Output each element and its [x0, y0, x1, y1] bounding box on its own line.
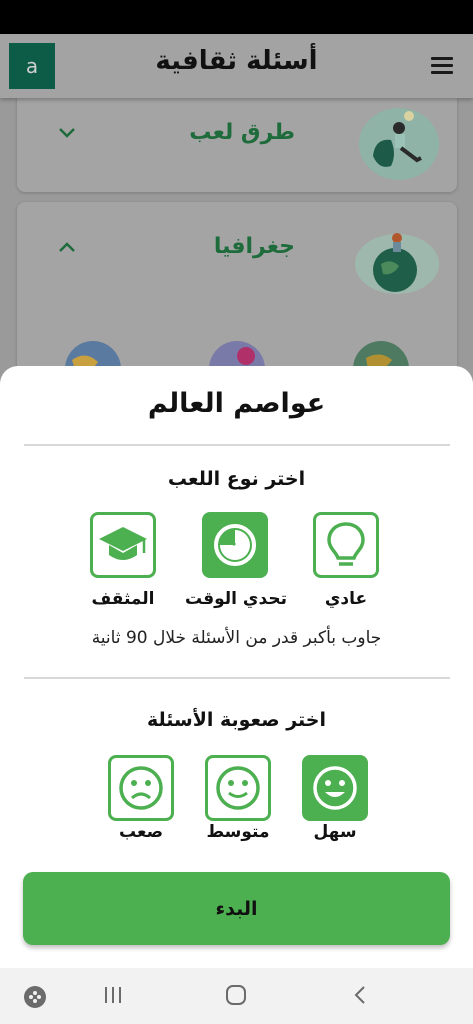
sheet-title: عواصم العالم: [147, 388, 326, 419]
system-nav-bar: [0, 968, 473, 1024]
start-button[interactable]: البدء: [23, 872, 450, 945]
game-launcher-icon[interactable]: [22, 984, 48, 1010]
difficulty-heading: اختر صعوبة الأسئلة: [146, 709, 327, 731]
difficulty-hard-button[interactable]: [108, 755, 174, 821]
mode-time-challenge-label: تحدي الوقت: [185, 589, 287, 609]
status-bar: [0, 0, 473, 34]
mode-normal-button[interactable]: [313, 512, 379, 578]
game-mode-heading: اختر نوع اللعب: [167, 468, 306, 490]
chevron-up-icon[interactable]: [57, 240, 77, 254]
mode-time-challenge-button[interactable]: [202, 512, 268, 578]
category-title: جغرافيا: [213, 234, 295, 259]
happy-face-icon: [313, 766, 357, 810]
globe-person-illustration: [355, 233, 439, 294]
mode-description: جاوب بأكبر قدر من الأسئلة خلال 90 ثانية: [91, 628, 382, 648]
category-title: طرق لعب: [189, 120, 295, 145]
lightbulb-icon: [327, 522, 365, 566]
chevron-down-icon[interactable]: [57, 126, 77, 140]
mode-expert-button[interactable]: [90, 512, 156, 578]
timer-icon: [214, 524, 256, 566]
graduation-cap-icon: [99, 527, 147, 560]
mode-normal-label: عادي: [324, 589, 368, 609]
recent-apps-icon[interactable]: [103, 985, 123, 1005]
person-reading-illustration: [359, 108, 439, 180]
category-card-play-modes[interactable]: طرق لعب: [17, 98, 457, 192]
page-title: أسئلة ثقافية: [155, 46, 318, 76]
mode-expert-label: المثقف: [91, 589, 155, 609]
difficulty-hard-label: صعب: [118, 822, 164, 842]
game-options-sheet: عواصم العالم اختر نوع اللعب عادي تحدي ال…: [0, 366, 473, 968]
app-bar: a أسئلة ثقافية: [0, 34, 473, 98]
smile-face-icon: [216, 766, 260, 810]
difficulty-easy-button[interactable]: [302, 755, 368, 821]
back-icon[interactable]: [350, 984, 370, 1006]
divider: [24, 444, 450, 446]
home-icon[interactable]: [225, 984, 247, 1006]
menu-icon[interactable]: [431, 57, 453, 75]
difficulty-medium-button[interactable]: [205, 755, 271, 821]
divider: [24, 677, 450, 679]
sad-face-icon: [119, 766, 163, 810]
